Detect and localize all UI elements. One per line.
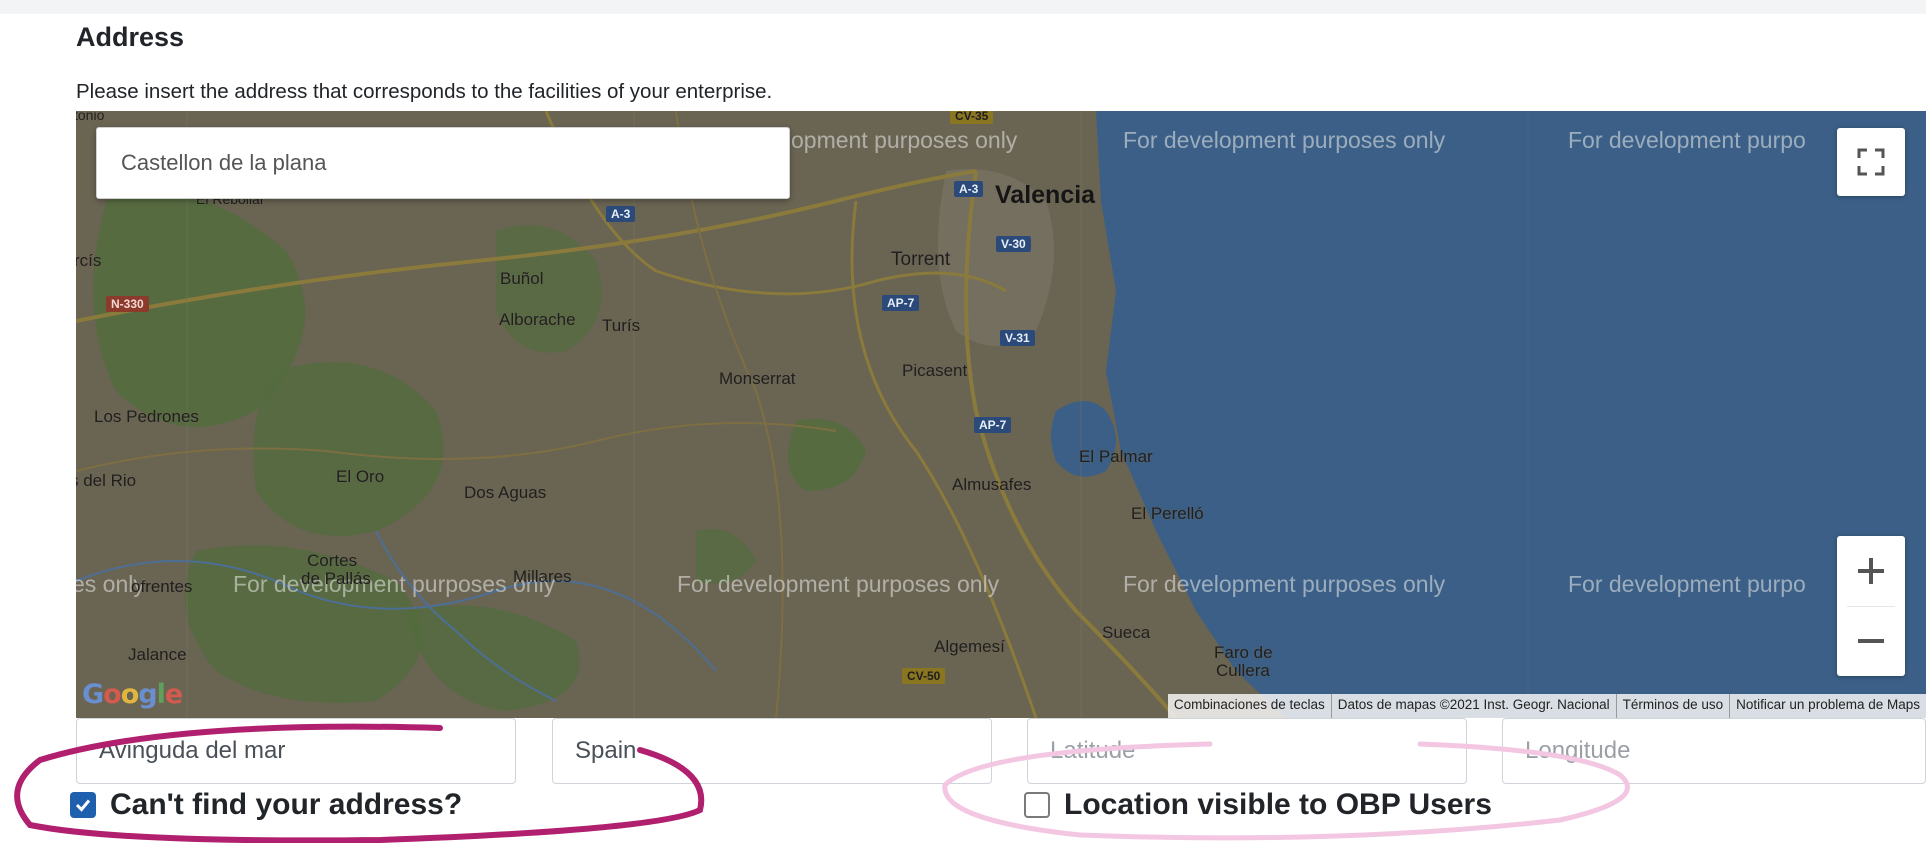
- place-label: Buñol: [500, 269, 544, 288]
- country-input[interactable]: Spain: [552, 718, 992, 784]
- road-badge: V-30: [996, 236, 1031, 252]
- place-label: Cullera: [1216, 661, 1270, 680]
- checkmark-icon: [75, 799, 91, 812]
- place-label: Picasent: [902, 361, 968, 380]
- dev-watermark: For development purposes only: [1123, 571, 1446, 597]
- minus-icon: [1858, 639, 1884, 643]
- dev-watermark: For development purposes only: [233, 571, 556, 597]
- zoom-in-button[interactable]: [1837, 536, 1905, 606]
- road-badge: AP-7: [882, 295, 920, 311]
- place-label: tonio: [76, 111, 105, 123]
- place-label: rcís: [76, 251, 102, 270]
- road-badge: AP-7: [974, 417, 1012, 433]
- place-label: ofrentes: [131, 577, 193, 596]
- place-label: Algemesí: [934, 637, 1005, 656]
- place-label: El Oro: [336, 467, 385, 486]
- keyboard-shortcuts-link[interactable]: Combinaciones de teclas: [1168, 694, 1331, 718]
- zoom-controls: [1837, 536, 1905, 676]
- place-label: Alborache: [499, 310, 576, 329]
- place-label: Turís: [602, 316, 641, 335]
- place-label: Dos Aguas: [464, 483, 547, 502]
- place-label: Los Pedrones: [94, 407, 199, 426]
- fullscreen-button[interactable]: [1837, 128, 1905, 196]
- street-input[interactable]: Avinguda del mar: [76, 718, 516, 784]
- map[interactable]: opment purposes only For development pur…: [76, 111, 1926, 718]
- zoom-out-button[interactable]: [1837, 606, 1905, 676]
- dev-watermark: opment purposes only: [791, 127, 1018, 153]
- road-badge: V-31: [1000, 330, 1035, 346]
- place-label: s del Rio: [76, 471, 137, 490]
- place-label-valencia: Valencia: [995, 181, 1096, 209]
- location-visible-row[interactable]: Location visible to OBP Users: [1024, 788, 1492, 822]
- cant-find-address-checkbox[interactable]: [70, 792, 96, 818]
- plus-icon: [1858, 558, 1884, 584]
- dev-watermark: For development purpo: [1568, 127, 1806, 153]
- section-description: Please insert the address that correspon…: [76, 80, 773, 103]
- road-badge: N-330: [106, 296, 149, 312]
- latitude-input[interactable]: Latitude: [1027, 718, 1467, 784]
- road-badge: CV-50: [902, 668, 946, 684]
- top-strip: [0, 0, 1926, 14]
- dev-watermark: For development purposes only: [1123, 127, 1446, 153]
- road-badge: CV-35: [950, 111, 994, 124]
- longitude-input[interactable]: Longitude: [1502, 718, 1926, 784]
- place-label: Faro de: [1214, 643, 1273, 662]
- location-visible-checkbox[interactable]: [1024, 792, 1050, 818]
- google-logo[interactable]: Google: [82, 679, 183, 710]
- place-label: El Perelló: [1131, 504, 1204, 523]
- place-label: Millares: [513, 567, 572, 586]
- place-label: El Palmar: [1079, 447, 1153, 466]
- dev-watermark: For development purpo: [1568, 571, 1806, 597]
- section-title: Address: [76, 22, 185, 52]
- place-label: Monserrat: [719, 369, 796, 388]
- place-label: Cortes: [307, 551, 358, 570]
- fullscreen-icon: [1857, 148, 1885, 176]
- place-label: Jalance: [128, 645, 187, 664]
- place-label: Sueca: [1102, 623, 1151, 642]
- map-search-input[interactable]: Castellon de la plana: [96, 127, 790, 199]
- dev-watermark: For development purposes only: [677, 571, 1000, 597]
- location-visible-label: Location visible to OBP Users: [1064, 788, 1492, 821]
- map-data-credit: Datos de mapas ©2021 Inst. Geogr. Nacion…: [1330, 694, 1616, 718]
- place-label: Almusafes: [952, 475, 1032, 494]
- road-badge: A-3: [606, 206, 636, 222]
- terms-link[interactable]: Términos de uso: [1615, 694, 1730, 718]
- place-label: Torrent: [891, 249, 951, 270]
- road-badge: A-3: [954, 181, 984, 197]
- cant-find-address-label: Can't find your address?: [110, 788, 463, 821]
- place-label: de Pallás: [301, 569, 371, 588]
- report-problem-link[interactable]: Notificar un problema de Maps: [1729, 694, 1926, 718]
- map-attribution: Combinaciones de teclas Datos de mapas ©…: [1167, 694, 1926, 718]
- cant-find-address-row[interactable]: Can't find your address?: [70, 788, 462, 822]
